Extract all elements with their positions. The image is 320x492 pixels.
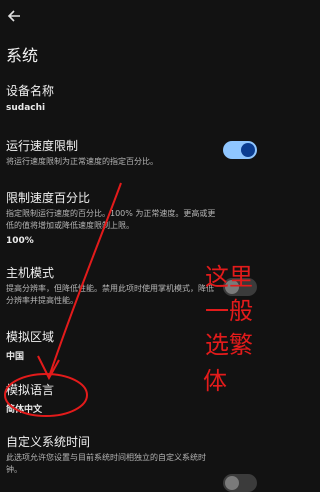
annotation-circle (4, 373, 88, 417)
annotation-text-line-2: 一般 (205, 297, 253, 325)
annotation-text-line-1: 这里 (205, 263, 253, 291)
annotation-overlay (4, 182, 122, 417)
annotation-arrow-line (48, 182, 122, 378)
annotation-text-line-4: 体 (203, 367, 227, 395)
annotation-text-line-3: 选繁 (205, 331, 253, 359)
system-settings-page: 系统 设备名称 sudachi 运行速度限制 将运行速度限制为正常速度的指定百分… (0, 0, 265, 492)
